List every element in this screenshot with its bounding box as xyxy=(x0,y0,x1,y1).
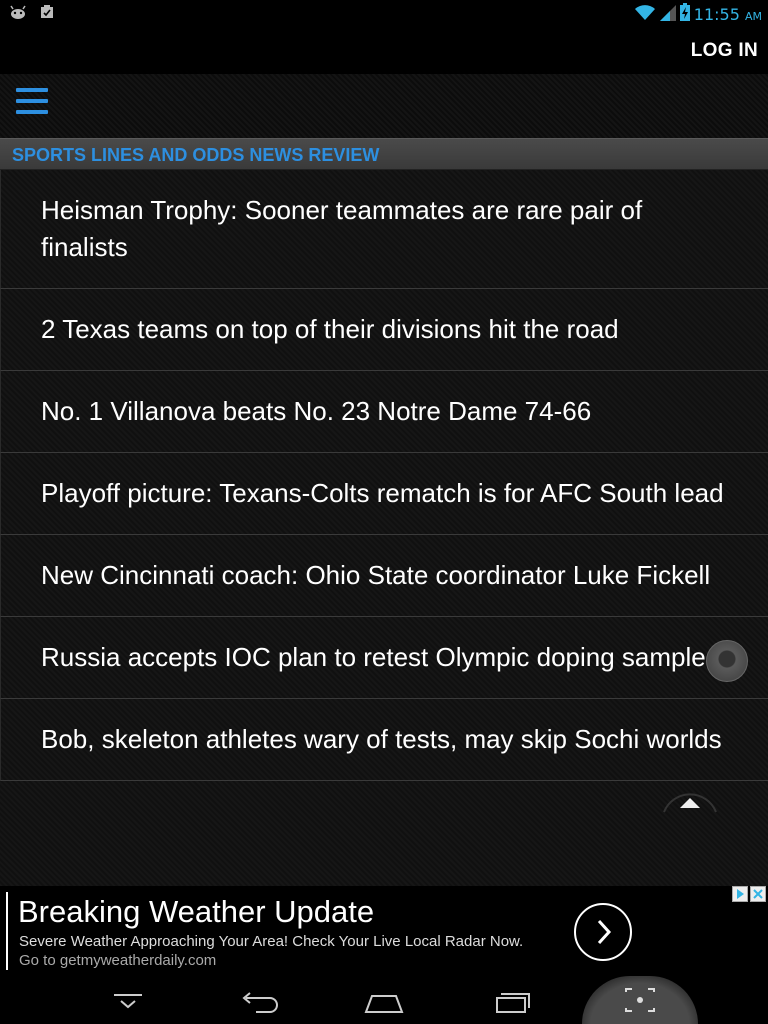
screenshot-icon[interactable] xyxy=(616,984,664,1016)
ad-divider xyxy=(6,892,8,970)
clock-ampm: AM xyxy=(744,10,762,23)
ad-arrow-button[interactable] xyxy=(574,903,632,961)
toolbar xyxy=(0,74,768,138)
recent-apps-icon[interactable] xyxy=(488,984,536,1016)
close-icon[interactable] xyxy=(750,886,766,902)
section-header: SPORTS LINES AND ODDS NEWS REVIEW xyxy=(0,138,768,170)
clock: 11:55 AM xyxy=(694,5,762,24)
login-button[interactable]: LOG IN xyxy=(691,40,758,62)
list-item[interactable]: Russia accepts IOC plan to retest Olympi… xyxy=(0,617,768,699)
wifi-icon xyxy=(634,3,656,26)
list-item[interactable]: No. 1 Villanova beats No. 23 Notre Dame … xyxy=(0,371,768,453)
list-item[interactable]: Playoff picture: Texans-Colts rematch is… xyxy=(0,453,768,535)
clipboard-icon xyxy=(40,5,54,24)
hide-keyboard-icon[interactable] xyxy=(104,984,152,1016)
action-bar: LOG IN xyxy=(0,26,768,74)
list-item[interactable]: 2 Texas teams on top of their divisions … xyxy=(0,289,768,371)
list-item[interactable]: Bob, skeleton athletes wary of tests, ma… xyxy=(0,699,768,781)
android-debug-icon xyxy=(10,5,26,24)
navigation-bar xyxy=(0,976,768,1024)
home-icon[interactable] xyxy=(360,984,408,1016)
clock-time: 11:55 xyxy=(693,5,740,24)
battery-charging-icon xyxy=(679,3,690,26)
scroll-to-top-button[interactable] xyxy=(662,774,718,814)
list-item[interactable]: New Cincinnati coach: Ohio State coordin… xyxy=(0,535,768,617)
ad-choices-badge[interactable] xyxy=(732,886,766,902)
news-list[interactable]: Heisman Trophy: Sooner teammates are rar… xyxy=(0,170,768,886)
section-title: SPORTS LINES AND ODDS NEWS REVIEW xyxy=(12,145,380,165)
list-item[interactable]: Heisman Trophy: Sooner teammates are rar… xyxy=(0,170,768,289)
signal-icon xyxy=(659,3,676,26)
ad-info-icon[interactable] xyxy=(732,886,748,902)
ad-banner[interactable]: Breaking Weather Update Severe Weather A… xyxy=(0,886,768,976)
ad-title[interactable]: Breaking Weather Update xyxy=(18,894,374,930)
ad-text: Severe Weather Approaching Your Area! Ch… xyxy=(19,933,524,950)
floating-assist-button[interactable] xyxy=(706,640,748,682)
back-icon[interactable] xyxy=(232,984,280,1016)
hamburger-menu-icon[interactable] xyxy=(16,88,48,116)
chevron-up-icon xyxy=(680,798,700,808)
ad-url[interactable]: Go to getmyweatherdaily.com xyxy=(19,952,216,969)
status-bar: 11:55 AM xyxy=(0,0,768,26)
